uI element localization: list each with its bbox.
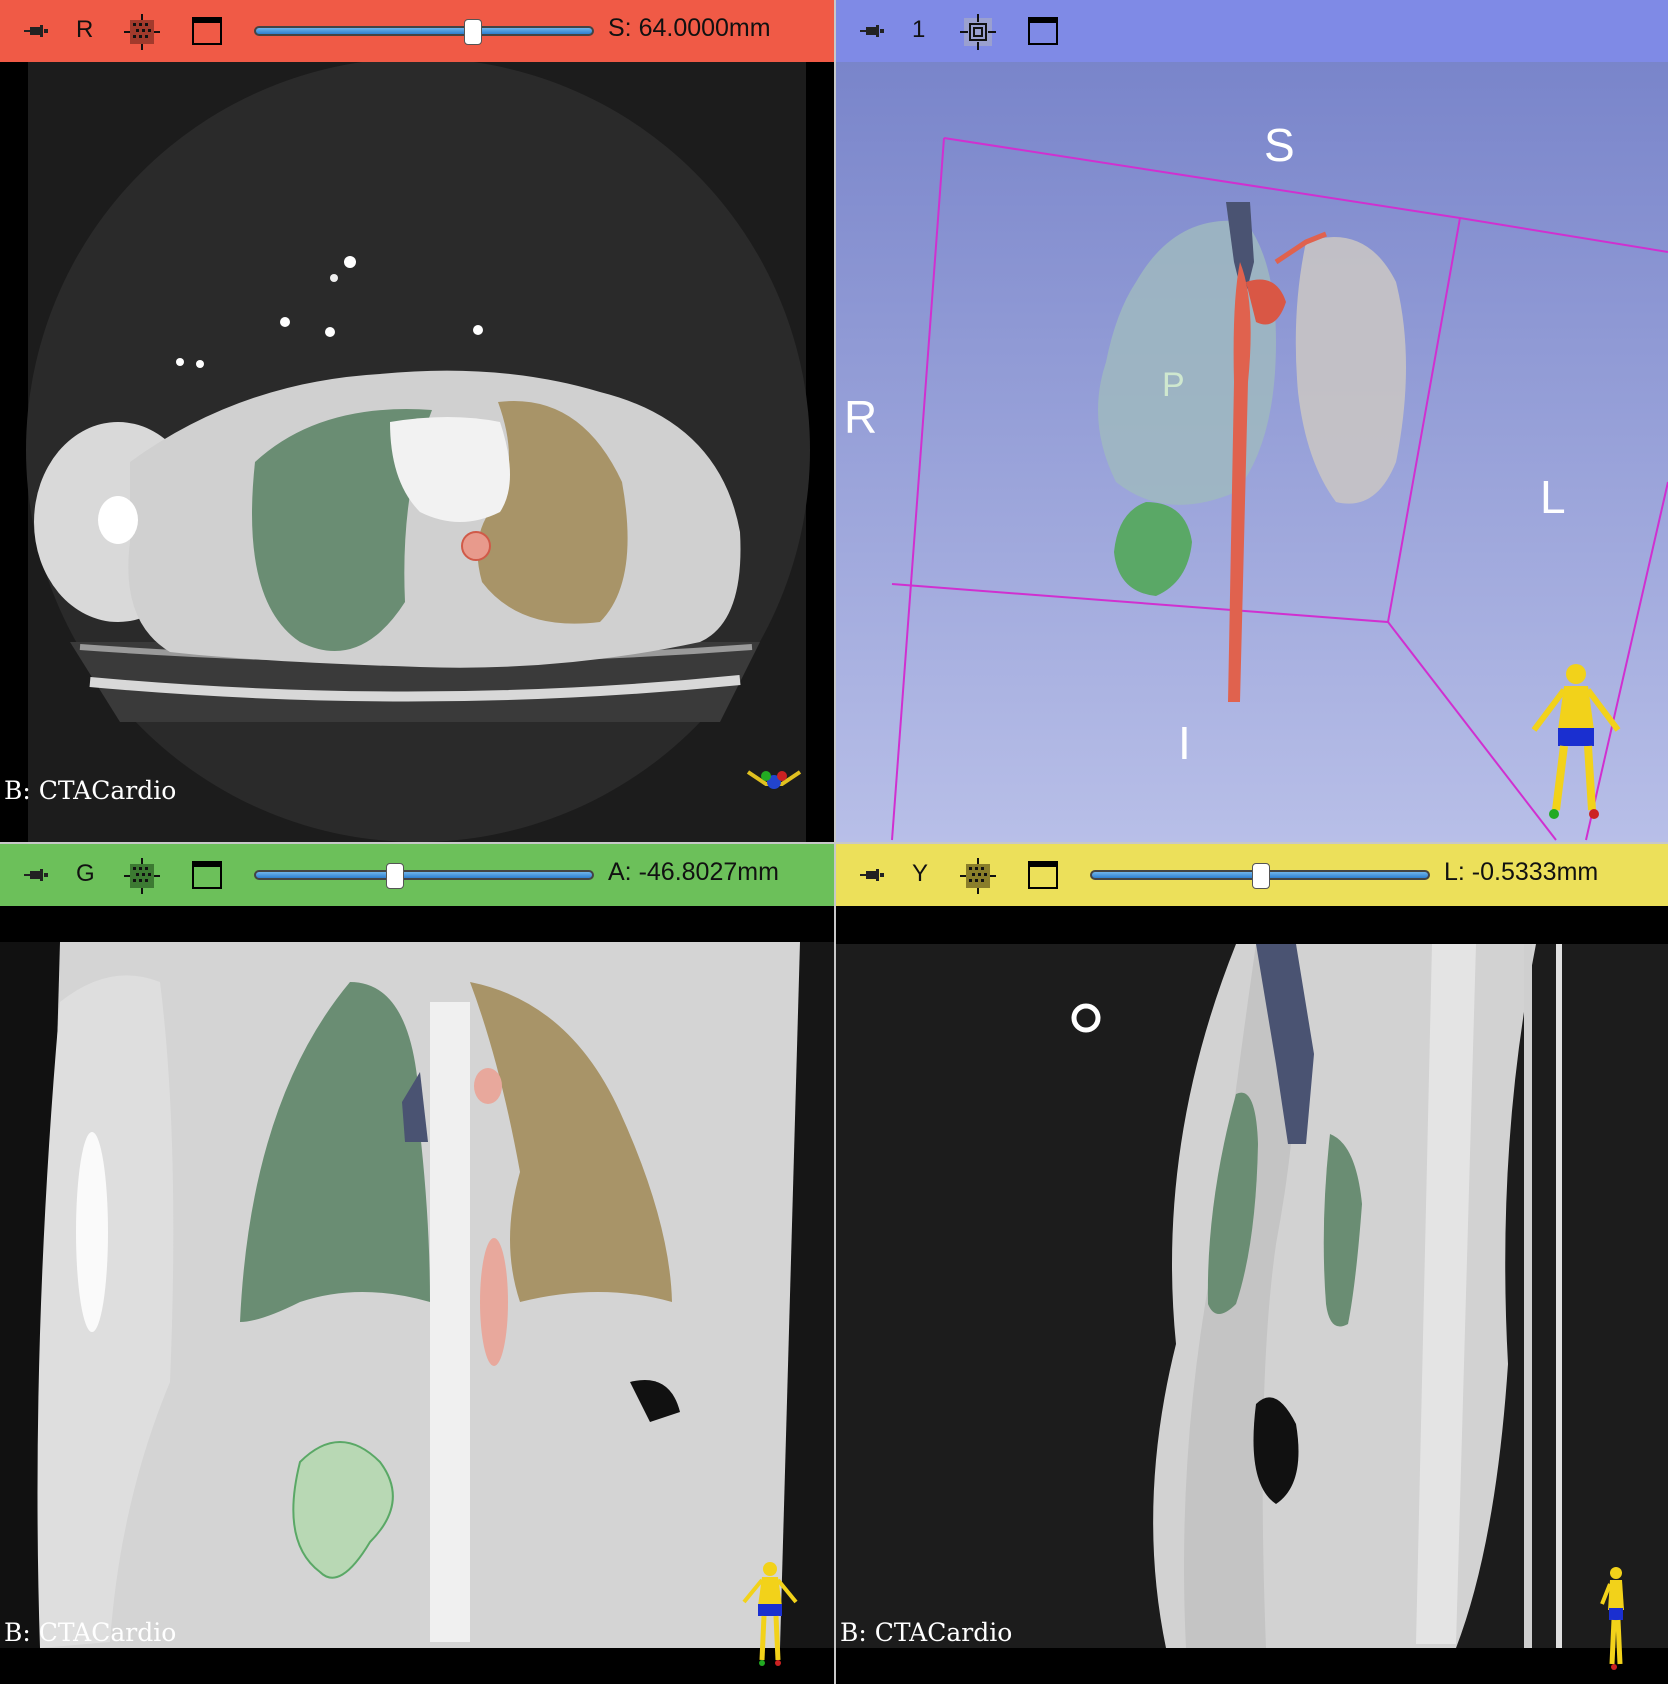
axial-ct-image: [26, 62, 810, 842]
yellow-slice-view[interactable]: Y L: -0.5333mm B: CTACardio: [836, 844, 1668, 1684]
three-d-view-controller-bar: 1: [836, 0, 1668, 62]
maximize-view-icon[interactable]: [1028, 861, 1058, 889]
maximize-view-icon[interactable]: [1028, 17, 1058, 45]
background-volume-label: B: CTACardio: [4, 1618, 177, 1647]
slider-thumb[interactable]: [386, 863, 404, 889]
orientation-label-inferior: I: [1178, 717, 1191, 769]
maximize-view-icon[interactable]: [192, 861, 222, 889]
pin-icon[interactable]: [858, 24, 886, 38]
red-view-controller-bar: R S: 64.0000mm: [0, 0, 834, 62]
slice-offset-slider[interactable]: [254, 19, 594, 45]
slice-controls-icon[interactable]: [960, 858, 996, 894]
human-orientation-icon: [1531, 664, 1621, 819]
slice-offset-slider[interactable]: [1090, 863, 1430, 889]
orientation-marker-icon: [746, 770, 802, 789]
human-orientation-icon: [1600, 1567, 1624, 1670]
pin-icon[interactable]: [22, 24, 50, 38]
slice-offset-value: L: -0.5333mm: [1444, 858, 1599, 886]
human-orientation-icon: [742, 1562, 798, 1666]
yellow-view-controller-bar: Y L: -0.5333mm: [836, 844, 1668, 906]
slice-offset-slider[interactable]: [254, 863, 594, 889]
green-view-controller-bar: G A: -46.8027mm: [0, 844, 834, 906]
slider-thumb[interactable]: [464, 19, 482, 45]
red-slice-view[interactable]: R S: 64.0000mm B: CTACardio: [0, 0, 834, 842]
view-controls-icon[interactable]: [960, 14, 996, 50]
orientation-label-right: R: [844, 391, 878, 443]
view-label: R: [76, 16, 94, 43]
slice-offset-value: A: -46.8027mm: [608, 858, 779, 886]
view-label: Y: [912, 860, 929, 887]
background-volume-label: B: CTACardio: [840, 1618, 1013, 1647]
view-label: 1: [912, 16, 926, 43]
pin-icon[interactable]: [22, 868, 50, 882]
orientation-label-superior: S: [1264, 119, 1295, 171]
maximize-view-icon[interactable]: [192, 17, 222, 45]
orientation-label-left: L: [1540, 471, 1566, 523]
background-volume-label: B: CTACardio: [4, 776, 177, 805]
sagittal-ct-image: [836, 944, 1668, 1648]
coronal-ct-image: [0, 942, 834, 1648]
slice-offset-value: S: 64.0000mm: [608, 14, 771, 42]
green-slice-view[interactable]: G A: -46.8027mm B: CTACardio: [0, 844, 834, 1684]
view-label: G: [76, 860, 95, 887]
three-d-view[interactable]: 1 S I R L P: [836, 0, 1668, 842]
pin-icon[interactable]: [858, 868, 886, 882]
slice-controls-icon[interactable]: [124, 14, 160, 50]
landmark-label: P: [1162, 366, 1185, 404]
slider-thumb[interactable]: [1252, 863, 1270, 889]
slice-controls-icon[interactable]: [124, 858, 160, 894]
